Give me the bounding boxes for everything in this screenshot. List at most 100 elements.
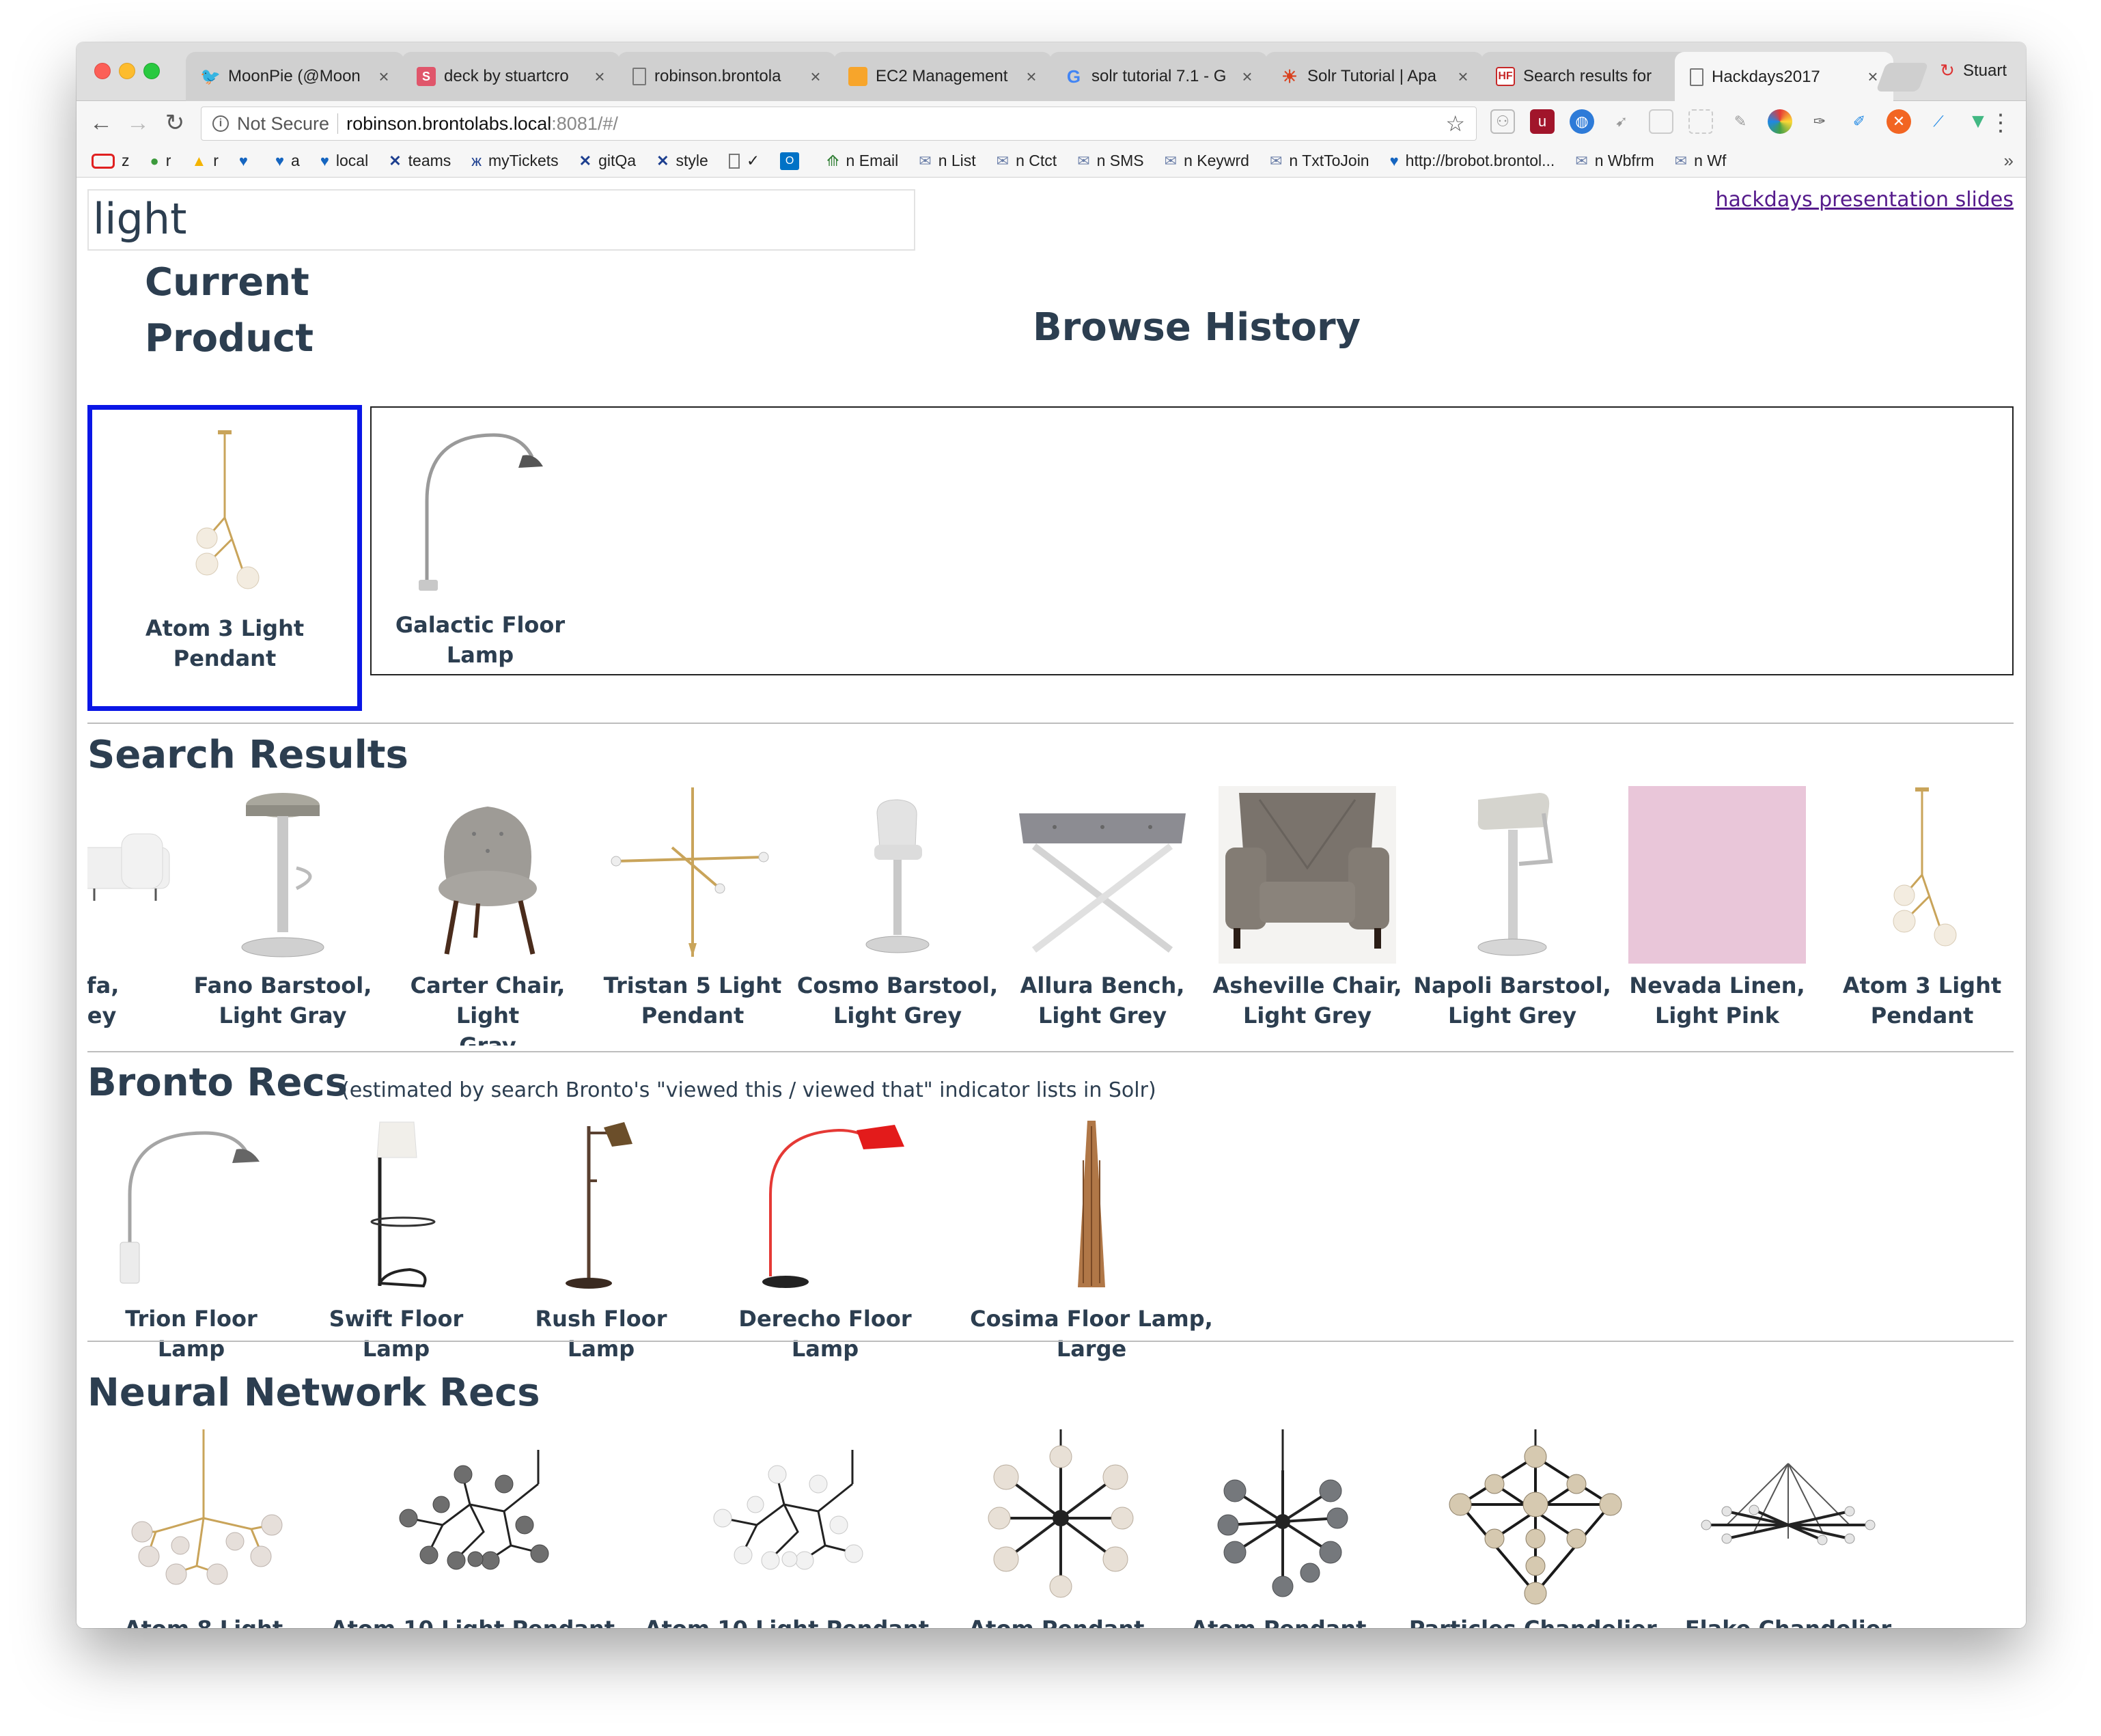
bronto-icon: ⟰ [826, 152, 839, 169]
bookmark-item[interactable]: ✉ n Wbfrm [1575, 152, 1654, 170]
bookmarks-overflow-icon[interactable]: » [2004, 150, 2014, 171]
bookmark-label: n Wbfrm [1594, 152, 1654, 169]
bookmark-item[interactable]: ✉ n Wf [1675, 152, 1727, 170]
bookmark-item[interactable]: ♥ local [320, 152, 368, 170]
color-picker-icon[interactable] [1768, 109, 1792, 134]
neural-rec-card[interactable]: Atom 10 Light Pendant, Clear [634, 1429, 948, 1628]
eyedropper-icon[interactable]: ✑ [1807, 109, 1832, 134]
bookmark-item[interactable]: ✉ n Keywrd [1165, 152, 1249, 170]
more-menu-icon[interactable]: ⋮ [1989, 108, 2012, 138]
tab-moonpie[interactable]: 🐦 MoonPie (@Moon × [186, 52, 404, 101]
bookmark-item[interactable]: ✓ [728, 152, 760, 170]
extension-icon[interactable]: ✎ [1728, 109, 1753, 134]
bookmark-item[interactable]: ▲ r [191, 152, 218, 170]
bookmark-star-icon[interactable]: ☆ [1445, 111, 1465, 137]
bookmark-item[interactable]: ● r [150, 152, 171, 170]
extension-icon[interactable] [1688, 109, 1713, 134]
globe-icon[interactable]: ◍ [1570, 109, 1594, 134]
history-card[interactable]: Galactic Floor Lamp [372, 425, 589, 670]
bookmark-item[interactable]: ✉ n SMS [1077, 152, 1143, 170]
neural-rec-card[interactable]: Flake Chandelier [1679, 1429, 1897, 1628]
result-card[interactable]: Asheville Chair, Light Grey [1205, 786, 1410, 1031]
extension-icon[interactable]: ⟋ [1926, 109, 1951, 134]
tab-strip: 🐦 MoonPie (@Moon × S deck by stuartcro ×… [76, 42, 2026, 102]
result-card[interactable]: Nevada Linen, Light Pink [1615, 786, 1820, 1031]
result-card[interactable]: Tristan 5 Light Pendant [590, 786, 795, 1031]
zoom-window-button[interactable] [143, 63, 160, 79]
bronto-rec-card[interactable]: Rush Floor Lamp [499, 1119, 704, 1364]
close-tab-icon[interactable]: × [809, 66, 822, 87]
forward-arrow-icon[interactable]: → [123, 108, 153, 138]
close-tab-icon[interactable]: × [1240, 66, 1254, 87]
close-tab-icon[interactable]: × [1456, 66, 1470, 87]
bookmark-item[interactable]: ♥ a [275, 152, 300, 170]
bronto-rec-card[interactable]: Trion Floor Lamp [89, 1119, 294, 1364]
bookmark-item[interactable]: ♥ [239, 152, 255, 170]
aws-cube-icon [848, 67, 867, 86]
profile-button[interactable]: ↻ Stuart [1940, 60, 2007, 81]
extension-icon[interactable] [1649, 109, 1673, 134]
close-tab-icon[interactable]: × [1025, 66, 1038, 87]
info-icon[interactable]: i [212, 115, 229, 132]
tab-search-results[interactable]: HF Search results for × [1481, 52, 1699, 101]
product-card[interactable]: Atom 3 Light Pendant [122, 429, 327, 673]
address-bar[interactable]: i Not Secure robinson.brontolabs.local :… [201, 107, 1477, 141]
bronto-rec-card[interactable]: Derecho Floor Lamp [704, 1119, 947, 1364]
result-card[interactable]: Atom 3 Light Pendant [1820, 786, 2007, 1031]
tab-robinson[interactable]: robinson.brontola × [617, 52, 836, 101]
bookmark-label: ✓ [746, 152, 760, 169]
bookmark-item[interactable]: ♥ http://brobot.brontol... [1390, 152, 1555, 170]
vue-devtools-icon[interactable]: ▼ [1966, 109, 1990, 134]
tab-deck[interactable]: S deck by stuartcro × [402, 52, 620, 101]
neural-rec-card[interactable]: Particles Chandelier, Small [1392, 1429, 1679, 1628]
bookmark-label: local [335, 152, 369, 169]
bookmark-item[interactable]: ж myTickets [471, 152, 558, 170]
tab-title: EC2 Management [876, 67, 1008, 85]
extension-icon[interactable]: ✐ [1847, 109, 1872, 134]
bookmark-item[interactable]: z [92, 152, 130, 170]
ublock-icon[interactable]: u [1530, 109, 1555, 134]
mail-icon: ✉ [919, 152, 932, 169]
neural-rec-card[interactable]: Atom 10 Light Pendant, Grey [320, 1429, 634, 1628]
result-card[interactable]: Sofa, Grey [87, 786, 190, 1031]
extension-icon[interactable]: ➹ [1609, 109, 1634, 134]
close-tab-icon[interactable]: × [377, 66, 391, 87]
back-arrow-icon[interactable]: ← [86, 108, 116, 138]
extension-icon[interactable]: ⚇ [1490, 109, 1515, 134]
neural-rec-card[interactable]: Atom Pendant, Clear [948, 1429, 1173, 1628]
bookmark-item[interactable]: ⟰ n Email [826, 152, 898, 170]
bookmark-item[interactable]: ✉ n List [919, 152, 975, 170]
product-name-line2: Light Grey [1038, 1003, 1167, 1028]
neural-rec-card[interactable]: Atom 8 Light Pendant [87, 1429, 320, 1628]
result-card[interactable]: Allura Bench, Light Grey [1000, 786, 1205, 1031]
current-product-card[interactable]: Atom 3 Light Pendant [87, 405, 362, 711]
close-tab-icon[interactable]: × [593, 66, 607, 87]
bookmark-item[interactable]: ✕ style [656, 152, 708, 170]
result-card[interactable]: Cosmo Barstool, Light Grey [795, 786, 1000, 1031]
bookmark-item[interactable]: ✉ n TxtToJoin [1270, 152, 1369, 170]
search-input[interactable]: light [87, 189, 915, 251]
red-pill-icon [92, 153, 115, 169]
result-card[interactable]: Napoli Barstool, Light Grey [1410, 786, 1615, 1031]
reload-icon[interactable]: ↻ [160, 108, 190, 138]
extension-icon[interactable]: ✕ [1887, 109, 1911, 134]
tab-solr-tutorial[interactable]: ☀ Solr Tutorial | Apa × [1265, 52, 1484, 101]
bookmark-item[interactable]: ✕ teams [389, 152, 451, 170]
bookmark-item[interactable]: O [780, 152, 806, 170]
result-card[interactable]: Fano Barstool, Light Gray [180, 786, 385, 1031]
tab-solr-google[interactable]: G solr tutorial 7.1 - G × [1049, 52, 1268, 101]
bookmark-label: teams [408, 152, 451, 169]
result-card[interactable]: Carter Chair, Light Gray [385, 786, 590, 1046]
slides-link[interactable]: hackdays presentation slides [1716, 188, 2014, 212]
bookmark-item[interactable]: ✉ n Ctct [997, 152, 1057, 170]
bronto-rec-card[interactable]: Cosima Floor Lamp, Large [948, 1119, 1235, 1364]
minimize-window-button[interactable] [119, 63, 135, 79]
bronto-rec-card[interactable]: Swift Floor Lamp [294, 1119, 499, 1364]
particles-chandelier-image [1449, 1429, 1622, 1605]
tab-hackdays[interactable]: Hackdays2017 × [1675, 52, 1893, 102]
neural-rec-card[interactable]: Atom Pendant, Grey [1173, 1429, 1392, 1628]
close-window-button[interactable] [94, 63, 111, 79]
mail-icon: ✉ [1269, 152, 1283, 169]
bookmark-item[interactable]: ✕ gitQa [579, 152, 636, 170]
tab-ec2[interactable]: EC2 Management × [833, 52, 1052, 101]
